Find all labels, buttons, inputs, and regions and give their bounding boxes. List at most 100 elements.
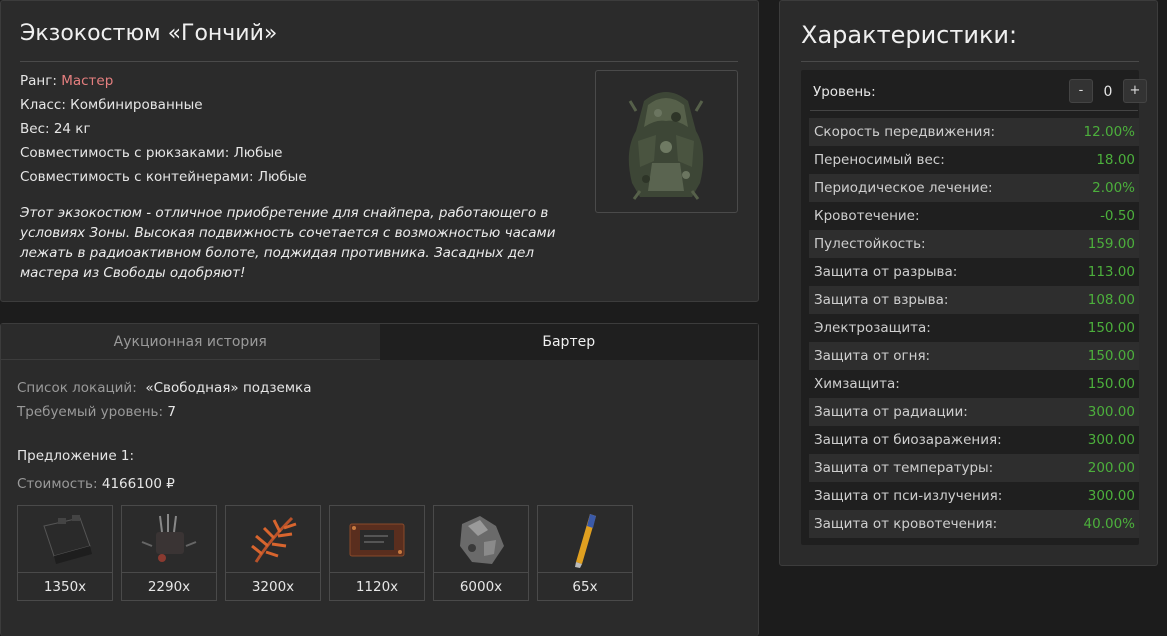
weight-row: Вес: 24 кг [20, 121, 91, 137]
level-increase-button[interactable]: + [1123, 79, 1147, 103]
level-decrease-button[interactable]: - [1069, 79, 1093, 103]
stat-name: Химзащита: [814, 376, 900, 392]
stat-row: Защита от радиации: 300.00 [809, 398, 1139, 426]
rank-label: Ранг: [20, 73, 62, 89]
stat-name: Электрозащита: [814, 320, 931, 336]
stat-value: 300.00 [1087, 488, 1135, 504]
offer-title: Предложение 1: [17, 448, 135, 464]
tab-barter[interactable]: Бартер [379, 324, 758, 360]
barter-item-qty: 3200x [226, 572, 320, 601]
level-label: Уровень: [813, 84, 876, 100]
stat-value: 150.00 [1087, 348, 1135, 364]
stat-value: 18.00 [1096, 152, 1135, 168]
stat-name: Защита от разрыва: [814, 264, 958, 280]
cost-label: Стоимость: [17, 476, 98, 492]
stat-row: Защита от биозаражения: 300.00 [809, 426, 1139, 454]
circuit-board-icon [349, 523, 405, 557]
stat-name: Защита от огня: [814, 348, 931, 364]
rank-row: Ранг: Мастер [20, 69, 307, 93]
backpack-compat-row: Совместимость с рюкзаками: Любые [20, 145, 283, 161]
battery-icon [43, 515, 92, 564]
stat-row: Кровотечение: -0.50 [809, 202, 1139, 230]
stat-row: Защита от взрыва: 108.00 [809, 286, 1139, 314]
stat-name: Защита от радиации: [814, 404, 968, 420]
barter-item-qty: 1120x [330, 572, 424, 601]
barter-item-slot[interactable]: 1120x [329, 505, 425, 601]
barter-item-qty: 6000x [434, 572, 528, 601]
barter-item-qty: 2290x [122, 572, 216, 601]
stat-row: Переносимый вес: 18.00 [809, 146, 1139, 174]
tab-auction-history[interactable]: Аукционная история [1, 324, 380, 360]
barter-item-slot[interactable]: 3200x [225, 505, 321, 601]
stat-name: Переносимый вес: [814, 152, 945, 168]
trade-panel: Аукционная история Бартер Список локаций… [0, 323, 759, 636]
barter-items: 1350x 2290x 3200x 1120x 6000x 65x [17, 505, 633, 601]
stat-row: Защита от кровотечения: 40.00% [809, 510, 1139, 538]
stat-row: Химзащита: 150.00 [809, 370, 1139, 398]
stat-row: Периодическое лечение: 2.00% [809, 174, 1139, 202]
stat-value: 150.00 [1087, 320, 1135, 336]
item-description: Этот экзокостюм - отличное приобретение … [20, 205, 556, 281]
stat-list: Скорость передвижения: 12.00% Переносимый … [809, 118, 1139, 538]
stat-name: Кровотечение: [814, 208, 920, 224]
locations-row: Список локаций: «Свободная» подземка [17, 376, 311, 400]
stat-name: Скорость передвижения: [814, 124, 996, 140]
item-properties: Ранг: Мастер Класс: Комбинированные Вес:… [20, 69, 307, 189]
barter-info: Список локаций: «Свободная» подземка Тре… [17, 376, 311, 424]
barter-item-qty: 65x [538, 572, 632, 601]
stat-value: 300.00 [1087, 432, 1135, 448]
stat-row: Пулестойкость: 159.00 [809, 230, 1139, 258]
device-icon [141, 514, 197, 562]
stat-value: 150.00 [1087, 376, 1135, 392]
stat-row: Защита от разрыва: 113.00 [809, 258, 1139, 286]
stat-name: Защита от кровотечения: [814, 516, 998, 532]
stat-value: 108.00 [1087, 292, 1135, 308]
locations-label: Список локаций: [17, 380, 137, 396]
level-control: Уровень: - 0 + [813, 77, 1147, 109]
rank-value: Мастер [61, 73, 114, 89]
stat-row: Электрозащита: 150.00 [809, 314, 1139, 342]
locations-value: «Свободная» подземка [145, 380, 312, 396]
required-level-value: 7 [167, 404, 176, 420]
stat-value: 40.00% [1083, 516, 1135, 532]
stats-panel: Характеристики: Уровень: - 0 + Скорость … [779, 0, 1158, 566]
stat-row: Защита от огня: 150.00 [809, 342, 1139, 370]
level-value: 0 [1103, 84, 1113, 100]
item-title: Экзокостюм «Гончий» [20, 21, 278, 46]
tab-bar: Аукционная история Бартер [1, 324, 758, 360]
stat-row: Защита от пси-излучения: 300.00 [809, 482, 1139, 510]
fern-icon [251, 516, 297, 563]
stat-value: 2.00% [1092, 180, 1135, 196]
cost-value: 4166100 ₽ [101, 476, 175, 492]
stat-value: 300.00 [1087, 404, 1135, 420]
stat-name: Периодическое лечение: [814, 180, 993, 196]
barter-item-slot[interactable]: 65x [537, 505, 633, 601]
stats-box: Уровень: - 0 + Скорость передвижения: 12.… [801, 70, 1147, 545]
class-row: Класс: Комбинированные [20, 97, 203, 113]
title-divider [20, 61, 738, 62]
offer-cost-row: Стоимость: 4166100 ₽ [17, 476, 175, 492]
stat-value: 12.00% [1083, 124, 1135, 140]
stat-name: Защита от взрыва: [814, 292, 949, 308]
stat-name: Пулестойкость: [814, 236, 926, 252]
barter-item-slot[interactable]: 6000x [433, 505, 529, 601]
stat-name: Защита от температуры: [814, 460, 994, 476]
item-image [595, 70, 738, 213]
stat-value: 159.00 [1087, 236, 1135, 252]
stat-value: 200.00 [1087, 460, 1135, 476]
required-level-row: Требуемый уровень: 7 [17, 400, 311, 424]
level-divider [810, 110, 1138, 111]
item-info-panel: Экзокостюм «Гончий» Ранг: Мастер Класс: … [0, 0, 759, 302]
barter-item-qty: 1350x [18, 572, 112, 601]
stat-value: 113.00 [1087, 264, 1135, 280]
stat-row: Защита от температуры: 200.00 [809, 454, 1139, 482]
stat-row: Скорость передвижения: 12.00% [809, 118, 1139, 146]
barter-item-slot[interactable]: 2290x [121, 505, 217, 601]
required-level-label: Требуемый уровень: [17, 404, 164, 420]
injector-icon [575, 514, 596, 568]
stat-value: -0.50 [1100, 208, 1135, 224]
stats-title: Характеристики: [801, 21, 1018, 49]
stat-name: Защита от биозаражения: [814, 432, 1002, 448]
stat-name: Защита от пси-излучения: [814, 488, 1003, 504]
barter-item-slot[interactable]: 1350x [17, 505, 113, 601]
